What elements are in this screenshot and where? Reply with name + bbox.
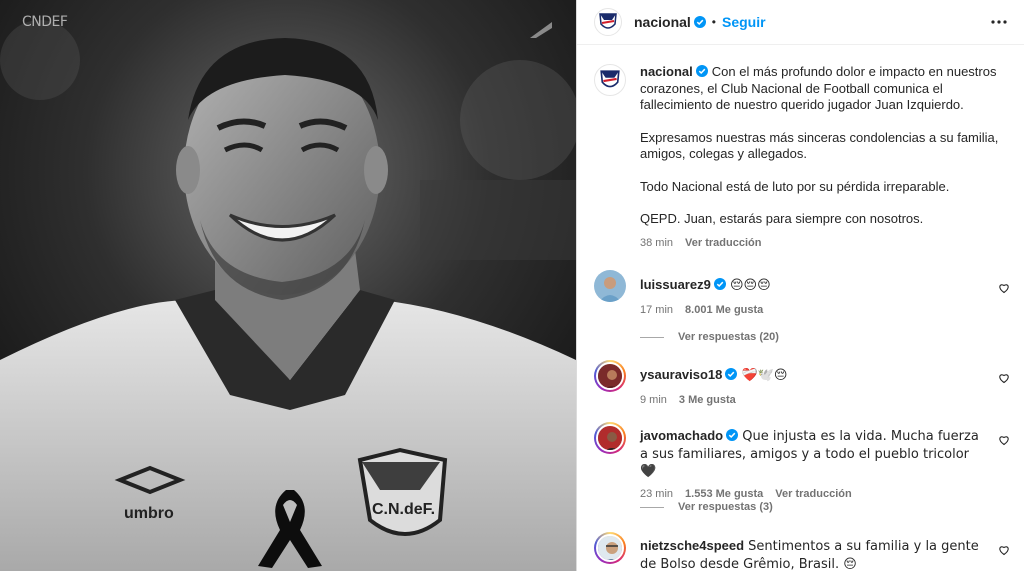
comment-time[interactable]: 9 min xyxy=(640,394,667,406)
club-crest-icon xyxy=(599,13,617,29)
caption-paragraph: Con el más profundo dolor e impacto en n… xyxy=(640,64,997,112)
author-username[interactable]: nacional xyxy=(634,14,691,30)
replies-line xyxy=(640,506,664,508)
comment-username[interactable]: javomachado xyxy=(640,428,723,443)
comment-text: 😔😔😔 xyxy=(725,278,771,293)
heart-icon[interactable] xyxy=(998,372,1010,384)
player-photo: umbro C.N.deF. xyxy=(0,0,576,571)
caption-time[interactable]: 38 min xyxy=(640,237,673,249)
verified-badge-icon xyxy=(713,278,726,290)
author-avatar[interactable] xyxy=(594,8,622,36)
post-image[interactable]: umbro C.N.deF. CNDEF xyxy=(0,0,576,571)
svg-text:C.N.deF.: C.N.deF. xyxy=(372,501,435,518)
post-panel: nacional • Seguir nacional Con el más pr… xyxy=(576,0,1024,571)
comment-username[interactable]: luissuarez9 xyxy=(640,277,711,292)
caption-username[interactable]: nacional xyxy=(640,64,693,79)
comment-likes[interactable]: 1.553 Me gusta xyxy=(685,488,763,500)
view-replies-label[interactable]: Ver respuestas (20) xyxy=(678,331,779,343)
commenter-avatar[interactable] xyxy=(594,360,626,392)
replies-line xyxy=(640,336,664,338)
avatar-image xyxy=(598,364,622,388)
translate-link[interactable]: Ver traducción xyxy=(685,237,761,249)
club-crest-icon: C.N.deF. xyxy=(357,447,448,536)
verified-badge-icon xyxy=(726,429,739,441)
comment-likes[interactable]: 8.001 Me gusta xyxy=(685,304,763,316)
club-crest-icon xyxy=(600,70,620,88)
brand-mark-icon xyxy=(530,22,552,38)
commenter-avatar[interactable] xyxy=(594,270,626,302)
verified-badge-icon xyxy=(693,16,706,28)
comment-item: nietzsche4speed Sentimentos a su familia… xyxy=(594,532,1010,571)
avatar-image xyxy=(598,536,622,560)
comment-item: ysauraviso18 ❤️‍🩹🕊️😔 9 min 3 Me gusta xyxy=(594,360,1010,406)
heart-icon[interactable] xyxy=(998,434,1010,446)
view-replies-button[interactable]: Ver respuestas (20) xyxy=(640,331,779,343)
comment-likes[interactable]: 3 Me gusta xyxy=(679,394,736,406)
comments-section[interactable]: nacional Con el más profundo dolor e impa… xyxy=(577,46,1024,571)
caption-paragraph: Expresamos nuestras más sinceras condole… xyxy=(640,129,999,162)
comment-text: ❤️‍🩹🕊️😔 xyxy=(737,368,788,383)
view-replies-label[interactable]: Ver respuestas (3) xyxy=(678,501,773,513)
commenter-avatar[interactable] xyxy=(594,532,626,564)
comment-time[interactable]: 17 min xyxy=(640,304,673,316)
separator-dot: • xyxy=(711,15,716,29)
comment-username[interactable]: nietzsche4speed xyxy=(640,538,744,553)
comment-username[interactable]: ysauraviso18 xyxy=(640,367,722,382)
author-avatar[interactable] xyxy=(594,64,626,96)
svg-text:umbro: umbro xyxy=(124,505,174,522)
avatar-image xyxy=(598,426,622,450)
caption-paragraph: QEPD. Juan, estarás para siempre con nos… xyxy=(640,211,924,226)
caption-paragraph: Todo Nacional está de luto por su pérdid… xyxy=(640,178,950,194)
more-options-icon[interactable] xyxy=(990,13,1008,31)
comment-item: javomachado Que injusta es la vida. Much… xyxy=(594,422,1010,500)
heart-icon[interactable] xyxy=(998,544,1010,556)
translate-link[interactable]: Ver traducción xyxy=(775,488,851,500)
view-replies-button[interactable]: Ver respuestas (3) xyxy=(640,501,773,513)
watermark-logo: CNDEF xyxy=(22,14,68,30)
verified-badge-icon xyxy=(695,65,708,77)
post-header: nacional • Seguir xyxy=(577,0,1024,45)
avatar-image xyxy=(594,270,626,302)
heart-icon[interactable] xyxy=(998,282,1010,294)
caption: nacional Con el más profundo dolor e impa… xyxy=(594,64,1010,249)
commenter-avatar[interactable] xyxy=(594,422,626,454)
follow-button[interactable]: Seguir xyxy=(722,14,766,30)
comment-time[interactable]: 23 min xyxy=(640,488,673,500)
comment-item: luissuarez9 😔😔😔 17 min 8.001 Me gusta xyxy=(594,270,1010,316)
verified-badge-icon xyxy=(725,368,738,380)
